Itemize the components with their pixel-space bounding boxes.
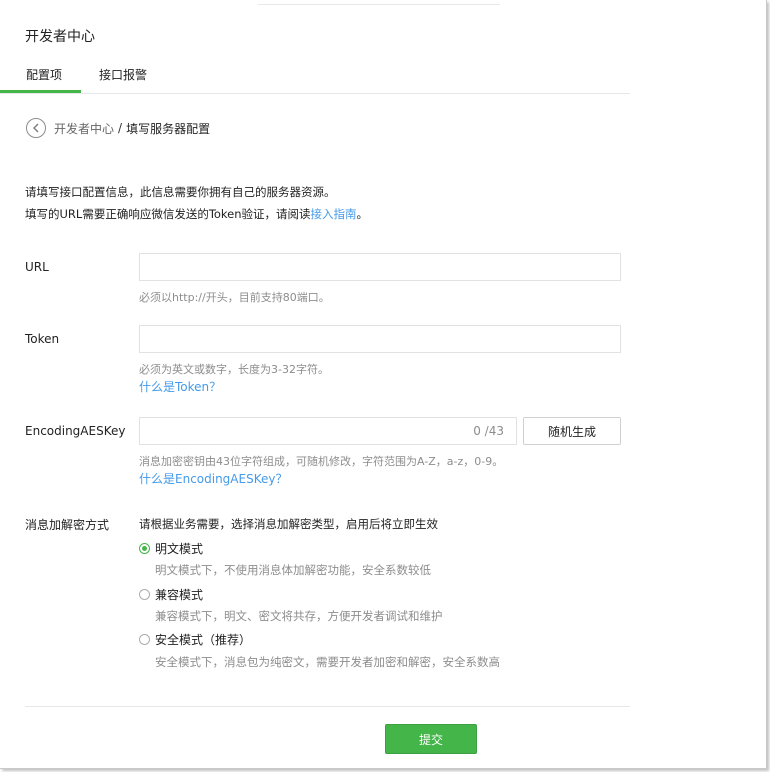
url-hint: 必须以http://开头，目前支持80端口。 bbox=[139, 291, 330, 304]
breadcrumb-separator: / bbox=[118, 121, 123, 135]
aeskey-field-box: 0 /43 bbox=[139, 417, 517, 445]
submit-button[interactable]: 提交 bbox=[385, 724, 477, 754]
encryption-mode-label: 消息加解密方式 bbox=[25, 518, 110, 532]
aeskey-input[interactable] bbox=[140, 418, 516, 444]
intro-line-2-suffix: 。 bbox=[356, 207, 369, 221]
url-input[interactable] bbox=[140, 254, 620, 280]
radio-plaintext-mode[interactable]: 明文模式 bbox=[139, 540, 203, 557]
intro-line-2: 填写的URL需要正确响应微信发送的Token验证，请阅读接入指南。 bbox=[25, 203, 368, 225]
form-divider bbox=[25, 706, 630, 707]
intro-text: 请填写接口配置信息，此信息需要你拥有自己的服务器资源。 填写的URL需要正确响应… bbox=[25, 181, 368, 225]
back-button[interactable] bbox=[26, 118, 46, 138]
radio-secure-mode[interactable]: 安全模式（推荐） bbox=[139, 631, 251, 648]
secure-mode-desc: 安全模式下，消息包为纯密文，需要开发者加密和解密，安全系数高 bbox=[155, 655, 500, 669]
tab-bar: 配置项 接口报警 bbox=[0, 63, 630, 94]
url-field-box bbox=[139, 253, 621, 281]
random-generate-button[interactable]: 随机生成 bbox=[523, 417, 621, 445]
breadcrumb: 开发者中心 / 填写服务器配置 bbox=[26, 116, 210, 140]
aeskey-char-counter: 0 /43 bbox=[473, 424, 504, 438]
what-is-aeskey-link[interactable]: 什么是EncodingAESKey？ bbox=[139, 470, 287, 487]
tab-config[interactable]: 配置项 bbox=[26, 66, 62, 83]
page-title: 开发者中心 bbox=[25, 29, 95, 45]
aeskey-label: EncodingAESKey bbox=[25, 424, 126, 438]
access-guide-link[interactable]: 接入指南 bbox=[311, 207, 357, 221]
aeskey-hint: 消息加密密钥由43位字符组成，可随机修改，字符范围为A-Z，a-z，0-9。 bbox=[139, 455, 504, 468]
breadcrumb-current: 填写服务器配置 bbox=[126, 121, 211, 136]
radio-button[interactable] bbox=[139, 634, 150, 645]
radio-label: 兼容模式 bbox=[155, 588, 204, 602]
compatible-mode-desc: 兼容模式下，明文、密文将共存，方便开发者调试和维护 bbox=[155, 609, 443, 623]
url-label: URL bbox=[25, 260, 49, 274]
what-is-token-link[interactable]: 什么是Token？ bbox=[139, 378, 221, 395]
radio-label: 明文模式 bbox=[155, 542, 204, 556]
radio-button-checked[interactable] bbox=[139, 543, 150, 554]
token-hint: 必须为英文或数字，长度为3-32字符。 bbox=[139, 363, 329, 376]
intro-line-2-prefix: 填写的URL需要正确响应微信发送的Token验证，请阅读 bbox=[25, 207, 311, 221]
radio-compatible-mode[interactable]: 兼容模式 bbox=[139, 586, 203, 603]
plaintext-mode-desc: 明文模式下，不使用消息体加解密功能，安全系数较低 bbox=[155, 563, 431, 577]
tab-alerts[interactable]: 接口报警 bbox=[99, 66, 147, 83]
intro-line-1: 请填写接口配置信息，此信息需要你拥有自己的服务器资源。 bbox=[25, 185, 336, 199]
encryption-mode-description: 请根据业务需要，选择消息加解密类型，启用后将立即生效 bbox=[139, 517, 438, 531]
radio-button[interactable] bbox=[139, 589, 150, 600]
token-label: Token bbox=[25, 332, 60, 346]
top-divider bbox=[258, 0, 500, 5]
token-field-box bbox=[139, 325, 621, 353]
breadcrumb-parent[interactable]: 开发者中心 bbox=[54, 120, 114, 137]
token-input[interactable] bbox=[140, 326, 620, 352]
chevron-left-icon bbox=[33, 123, 39, 133]
radio-label: 安全模式（推荐） bbox=[155, 633, 252, 647]
active-tab-indicator bbox=[0, 90, 81, 93]
